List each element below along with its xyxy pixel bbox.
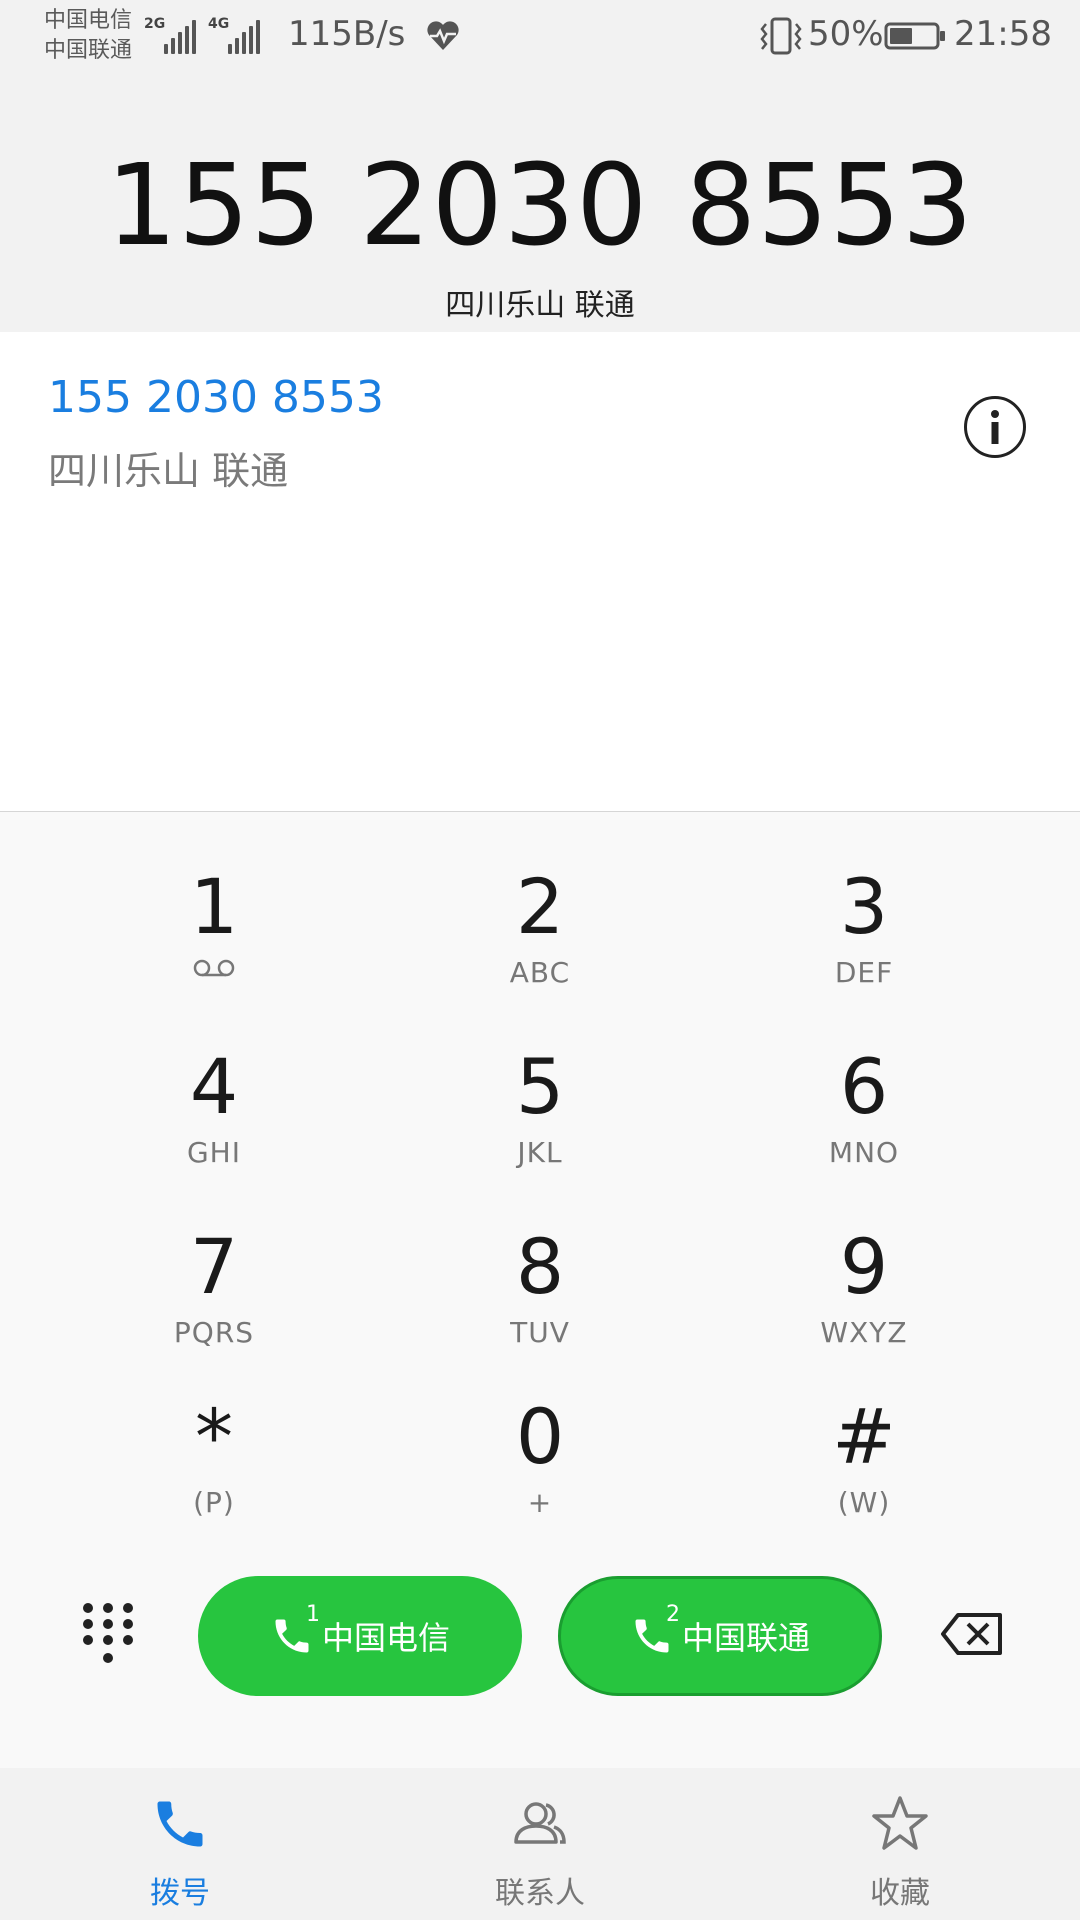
carrier-labels: 中国电信 中国联通: [44, 6, 132, 66]
tab-dial[interactable]: 拨号: [80, 1768, 280, 1920]
tab-favorites[interactable]: 收藏: [800, 1768, 1000, 1920]
tab-contacts-label: 联系人: [495, 1876, 585, 1911]
key-7[interactable]: 7 PQRS: [94, 1212, 334, 1372]
heart-rate-icon: [427, 21, 459, 50]
dialed-number[interactable]: 155 2030 8553: [0, 146, 1080, 266]
call-sim2-label: 中国联通: [681, 1619, 810, 1657]
key-letters: WXYZ: [820, 1316, 908, 1349]
match-number[interactable]: 155 2030 8553: [48, 372, 384, 423]
signal-bars-icon: [164, 20, 198, 54]
key-hash[interactable]: # (W): [744, 1382, 984, 1542]
battery-percent: 50%: [808, 14, 884, 54]
voicemail-icon: [193, 959, 235, 977]
key-5[interactable]: 5 JKL: [420, 1032, 660, 1192]
signal-bars-icon: [228, 20, 262, 54]
dialed-number-header: 155 2030 8553 四川乐山 联通: [0, 76, 1080, 332]
key-digit: 3: [839, 862, 889, 951]
network-speed: 115B/s: [288, 14, 406, 54]
key-letters: (W): [837, 1486, 891, 1519]
key-digit: 2: [515, 862, 565, 951]
key-digit: #: [832, 1392, 896, 1481]
key-digit: 7: [189, 1222, 239, 1311]
key-6[interactable]: 6 MNO: [744, 1032, 984, 1192]
key-letters: +: [527, 1486, 553, 1519]
key-digit: 5: [515, 1042, 565, 1131]
contacts-icon: [514, 1802, 566, 1844]
bottom-navigation: 拨号 联系人 收藏: [0, 1768, 1080, 1920]
key-letters: PQRS: [173, 1316, 255, 1349]
key-letters: JKL: [517, 1136, 563, 1169]
key-4[interactable]: 4 GHI: [94, 1032, 334, 1192]
call-sim1-button[interactable]: 1 中国电信: [198, 1576, 522, 1696]
carrier-2-label: 中国联通: [44, 38, 133, 63]
key-letters: MNO: [828, 1136, 900, 1169]
dialed-number-location: 四川乐山 联通: [445, 288, 635, 323]
status-bar: 中国电信 中国联通 2G 4G 115B/s 50% 21:58: [0, 0, 1080, 76]
info-button[interactable]: [964, 396, 1026, 458]
key-8[interactable]: 8 TUV: [420, 1212, 660, 1372]
tab-favorites-label: 收藏: [870, 1876, 930, 1911]
clock: 21:58: [954, 14, 1052, 54]
key-digit: *: [195, 1392, 233, 1481]
key-0[interactable]: 0 +: [420, 1382, 660, 1542]
match-location: 四川乐山 联通: [48, 449, 289, 493]
key-letters: (P): [193, 1486, 235, 1519]
dialpad: 1 2 ABC 3 DEF 4 GHI 5 JKL 6 MNO 7 PQRS 8…: [0, 812, 1080, 1768]
info-icon: [991, 410, 999, 444]
carrier-1-label: 中国电信: [44, 8, 133, 33]
key-star[interactable]: * (P): [94, 1382, 334, 1542]
star-icon: [872, 1796, 928, 1850]
key-1[interactable]: 1: [94, 852, 334, 1012]
tab-contacts[interactable]: 联系人: [440, 1768, 640, 1920]
key-letters: ABC: [509, 956, 571, 989]
backspace-icon[interactable]: [940, 1612, 1004, 1656]
phone-icon: [157, 1801, 203, 1847]
dialpad-toggle-icon[interactable]: [80, 1600, 136, 1668]
key-digit: 1: [189, 862, 239, 951]
key-digit: 8: [515, 1222, 565, 1311]
tab-dial-label: 拨号: [150, 1876, 210, 1911]
network-type-2: 4G: [208, 16, 230, 32]
call-sim1-label: 中国电信: [321, 1619, 450, 1657]
key-letters: TUV: [510, 1316, 570, 1349]
number-match-list: 155 2030 8553 四川乐山 联通: [0, 332, 1080, 812]
key-letters: GHI: [186, 1136, 241, 1169]
key-digit: 4: [189, 1042, 239, 1131]
key-letters: DEF: [834, 956, 894, 989]
key-digit: 6: [839, 1042, 889, 1131]
sim-index: 1: [305, 1602, 320, 1627]
key-digit: 9: [839, 1222, 889, 1311]
key-digit: 0: [515, 1392, 565, 1481]
sim-index: 2: [665, 1602, 680, 1627]
key-2[interactable]: 2 ABC: [420, 852, 660, 1012]
vibrate-icon: [760, 17, 802, 55]
key-3[interactable]: 3 DEF: [744, 852, 984, 1012]
call-sim2-button[interactable]: 2 中国联通: [558, 1576, 882, 1696]
network-type-1: 2G: [144, 16, 166, 32]
key-9[interactable]: 9 WXYZ: [744, 1212, 984, 1372]
battery-icon: [884, 22, 945, 50]
